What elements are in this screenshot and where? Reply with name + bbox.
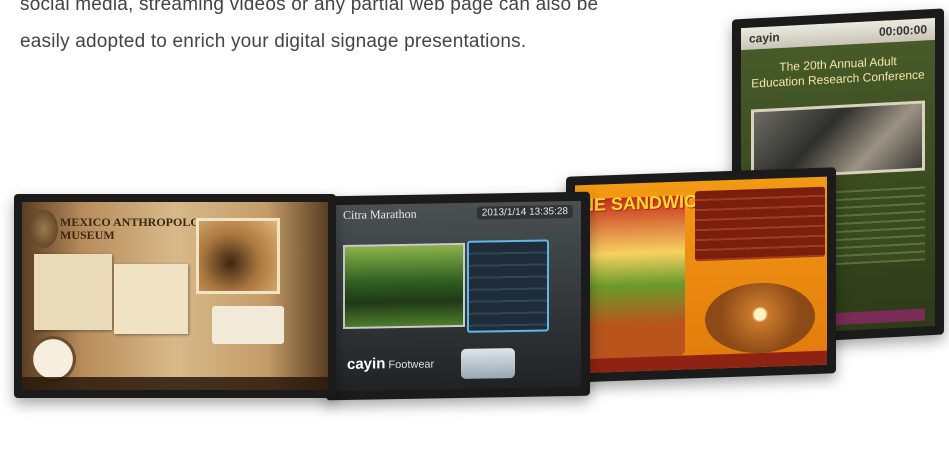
marathon-brand-sub: Footwear bbox=[388, 358, 435, 372]
food-display: NE SANDWICH bbox=[566, 167, 836, 383]
marathon-header: Citra Marathon 2013/1/14 13:35:28 bbox=[335, 201, 581, 225]
weather-widget bbox=[461, 348, 515, 379]
intro-line-2: easily adopted to enrich your digital si… bbox=[20, 31, 527, 52]
museum-display: MEXICO ANTHROPOLOGY MUSEUM bbox=[14, 194, 336, 398]
conference-title: The 20th Annual Adult Education Research… bbox=[751, 53, 925, 91]
conference-time: 00:00:00 bbox=[878, 22, 927, 39]
museum-ticker bbox=[22, 377, 328, 390]
clock-icon bbox=[30, 336, 76, 382]
marathon-display: Citra Marathon 2013/1/14 13:35:28 cayin F… bbox=[326, 191, 590, 401]
sandwich-image bbox=[585, 195, 685, 360]
mask-image bbox=[30, 210, 58, 248]
museum-schedule-panel bbox=[114, 264, 188, 334]
food-headline: NE SANDWICH bbox=[581, 190, 710, 216]
marathon-video bbox=[343, 242, 465, 330]
museum-title: MEXICO ANTHROPOLOGY MUSEUM bbox=[60, 215, 218, 242]
marathon-datetime: 2013/1/14 13:35:28 bbox=[476, 204, 573, 220]
museum-info-panel bbox=[34, 254, 112, 330]
museum-screen: MEXICO ANTHROPOLOGY MUSEUM bbox=[22, 202, 328, 390]
intro-line-1: social media, streaming videos or any pa… bbox=[20, 0, 599, 15]
marathon-screen: Citra Marathon 2013/1/14 13:35:28 cayin F… bbox=[335, 200, 581, 392]
marathon-title: Citra Marathon bbox=[343, 206, 417, 222]
conference-brand: cayin bbox=[749, 30, 780, 46]
museum-weather-card bbox=[212, 306, 284, 344]
intro-text: social media, streaming videos or any pa… bbox=[20, 0, 740, 60]
marathon-logo: cayin Footwear bbox=[347, 354, 434, 373]
bagel-image bbox=[705, 281, 815, 355]
marathon-brand: cayin bbox=[347, 355, 386, 373]
conference-photo bbox=[751, 100, 925, 180]
museum-artifact-photo bbox=[196, 218, 280, 294]
food-menu-board bbox=[695, 186, 825, 262]
food-screen: NE SANDWICH bbox=[575, 176, 827, 374]
twitter-feed bbox=[467, 239, 549, 333]
